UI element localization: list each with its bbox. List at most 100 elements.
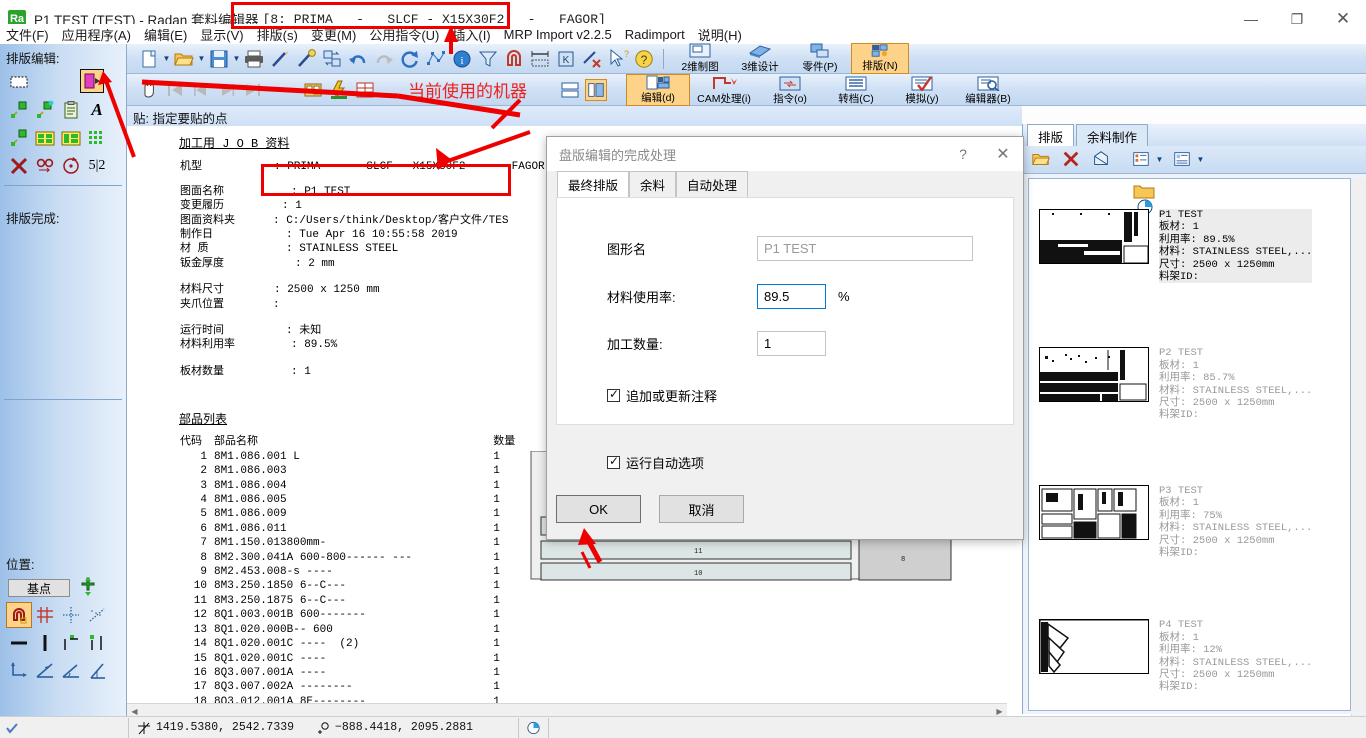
new-file-icon[interactable] — [138, 48, 160, 70]
quick-nest-icon[interactable] — [328, 79, 350, 101]
menu-item-view[interactable]: 显示(V) — [200, 25, 243, 44]
print-icon[interactable] — [243, 48, 265, 70]
highlight-pencil-icon[interactable] — [295, 48, 317, 70]
open-nest-icon[interactable] — [1031, 149, 1053, 171]
k-tool-icon[interactable]: K — [555, 48, 577, 70]
submode-button-command[interactable]: 指令(o) — [758, 74, 822, 106]
menu-item-file[interactable]: 文件(F) — [6, 25, 49, 44]
list-item[interactable]: P3 TEST 板材: 1 利用率: 75% 材料: STAINLESS STE… — [1029, 477, 1350, 559]
tile-horizontal-icon[interactable] — [559, 79, 581, 101]
delete-node-icon[interactable] — [581, 48, 603, 70]
matrix-grid-icon[interactable] — [84, 125, 110, 151]
help-pointer-icon[interactable]: ? — [607, 48, 629, 70]
submode-button-cam[interactable]: CAM处理(i) — [692, 74, 756, 106]
sheet-layout-icon[interactable] — [302, 79, 324, 101]
node-edit-icon[interactable] — [425, 48, 447, 70]
axis-snap-icon[interactable] — [6, 658, 32, 684]
auto-option-checkbox[interactable] — [607, 454, 620, 469]
pencil-icon[interactable] — [269, 48, 291, 70]
rotate-icon[interactable] — [58, 153, 84, 179]
dialog-close-button[interactable]: ✕ — [983, 138, 1023, 170]
dialog-help-button[interactable]: ? — [943, 138, 983, 170]
tab-final-nesting[interactable]: 最终排版 — [557, 171, 630, 197]
vertical-line-icon[interactable] — [32, 630, 58, 656]
open-file-dropdown-icon[interactable]: ▼ — [197, 54, 206, 63]
checkbox-row-update-comment[interactable]: 追加或更新注释 — [607, 386, 1013, 405]
sheet-outline-icon[interactable] — [6, 69, 32, 95]
move-part-icon[interactable] — [6, 125, 32, 151]
cancel-button[interactable]: 取消 — [659, 495, 744, 523]
mode-button-nesting[interactable]: 排版(N) — [851, 43, 909, 74]
ok-button[interactable]: OK — [556, 495, 641, 523]
submode-button-edit[interactable]: 编辑(d) — [626, 73, 690, 106]
nesting-completion-dialog[interactable]: 盘版编辑的完成处理 ? ✕ 最终排版 余料 自动处理 图形名 P1 TEST 材… — [546, 136, 1024, 540]
grid-snap-icon[interactable] — [32, 602, 58, 628]
list-view-icon[interactable] — [1131, 149, 1153, 171]
flip-icon[interactable]: 5|2 — [84, 153, 110, 179]
mode-button-part[interactable]: 零件(P) — [791, 43, 849, 74]
dotted-diagonal-snap-icon[interactable] — [84, 602, 110, 628]
basepoint-button[interactable]: 基点 — [8, 579, 70, 597]
new-file-dropdown-icon[interactable]: ▼ — [162, 54, 171, 63]
clipboard-icon[interactable] — [58, 97, 84, 123]
save-dropdown-icon[interactable]: ▼ — [232, 54, 241, 63]
menu-item-common-commands[interactable]: 公用指令(U) — [369, 25, 439, 44]
tab-auto-process[interactable]: 自动处理 — [676, 171, 749, 197]
delete-nest-icon[interactable] — [1061, 149, 1083, 171]
tile-vertical-icon[interactable] — [585, 78, 607, 101]
refresh-icon[interactable] — [399, 48, 421, 70]
place-part-icon[interactable] — [6, 97, 32, 123]
tab-remnant[interactable]: 余料 — [629, 171, 677, 197]
dimension-icon[interactable] — [529, 48, 551, 70]
copy-move-icon[interactable] — [32, 153, 58, 179]
magnet-snap-icon[interactable] — [503, 48, 525, 70]
list-item[interactable]: P1 TEST 板材: 1 利用率: 89.5% 材料: STAINLESS S… — [1029, 201, 1350, 284]
exit-door-icon[interactable] — [80, 69, 104, 93]
horizontal-line-icon[interactable] — [6, 630, 32, 656]
angle-snap-3-icon[interactable] — [84, 658, 110, 684]
submode-button-editor[interactable]: 编辑器(B) — [956, 74, 1020, 106]
update-comment-checkbox[interactable] — [607, 387, 620, 402]
grid-nest-icon[interactable] — [354, 79, 376, 101]
menu-item-mrp-import[interactable]: MRP Import v2.2.5 — [504, 27, 612, 42]
pan-hand-icon[interactable] — [138, 79, 160, 101]
dotted-grid-snap-icon[interactable] — [58, 602, 84, 628]
menu-item-help[interactable]: 说明(H) — [698, 25, 742, 44]
text-tool-icon[interactable]: A — [84, 97, 110, 123]
menu-item-insert[interactable]: 插入(I) — [452, 25, 490, 44]
auto-place-icon[interactable] — [32, 97, 58, 123]
angle-snap-2-icon[interactable] — [58, 658, 84, 684]
list-item[interactable]: P4 TEST 板材: 1 利用率: 12% 材料: STAINLESS STE… — [1029, 611, 1350, 693]
mode-button-3d-design[interactable]: 3维设计 — [731, 43, 789, 74]
delete-x-icon[interactable] — [6, 153, 32, 179]
info-icon[interactable]: i — [451, 48, 473, 70]
move-cross-icon[interactable] — [78, 577, 100, 599]
filter-icon[interactable] — [477, 48, 499, 70]
graphic-name-input[interactable]: P1 TEST — [757, 236, 973, 261]
angle-snap-1-icon[interactable] — [32, 658, 58, 684]
nest-properties-icon[interactable] — [1091, 149, 1113, 171]
transform-icon[interactable] — [321, 48, 343, 70]
mixed-nest-icon[interactable] — [58, 125, 84, 151]
utilization-input[interactable]: 89.5 — [757, 284, 826, 309]
mode-button-2d-drafting[interactable]: 2维制图 — [671, 43, 729, 74]
tab-nesting[interactable]: 排版 — [1027, 124, 1075, 146]
detail-view-icon[interactable] — [1172, 149, 1194, 171]
list-item[interactable]: P2 TEST 板材: 1 利用率: 85.7% 材料: STAINLESS S… — [1029, 339, 1350, 421]
list-view-dropdown-icon[interactable]: ▼ — [1155, 155, 1164, 164]
menu-item-nesting[interactable]: 排版(s) — [257, 25, 298, 44]
submode-button-convert[interactable]: 转档(C) — [824, 74, 888, 106]
nesting-items-list[interactable]: P1 TEST 板材: 1 利用率: 89.5% 材料: STAINLESS S… — [1028, 178, 1351, 711]
nest-thumbnail[interactable] — [1039, 619, 1149, 675]
nest-thumbnail[interactable] — [1039, 347, 1149, 403]
menu-item-applications[interactable]: 应用程序(A) — [62, 25, 131, 44]
tab-remnant[interactable]: 余料制作 — [1076, 124, 1149, 146]
help-circle-icon[interactable]: ? — [633, 48, 655, 70]
nesting-list-scrollbar[interactable] — [1351, 178, 1366, 711]
two-point-snap-icon[interactable] — [84, 630, 110, 656]
save-icon[interactable] — [208, 48, 230, 70]
menu-item-radimport[interactable]: Radimport — [625, 27, 685, 42]
nest-thumbnail[interactable] — [1039, 484, 1149, 540]
magnet-icon[interactable] — [6, 602, 32, 628]
array-nest-icon[interactable] — [32, 125, 58, 151]
